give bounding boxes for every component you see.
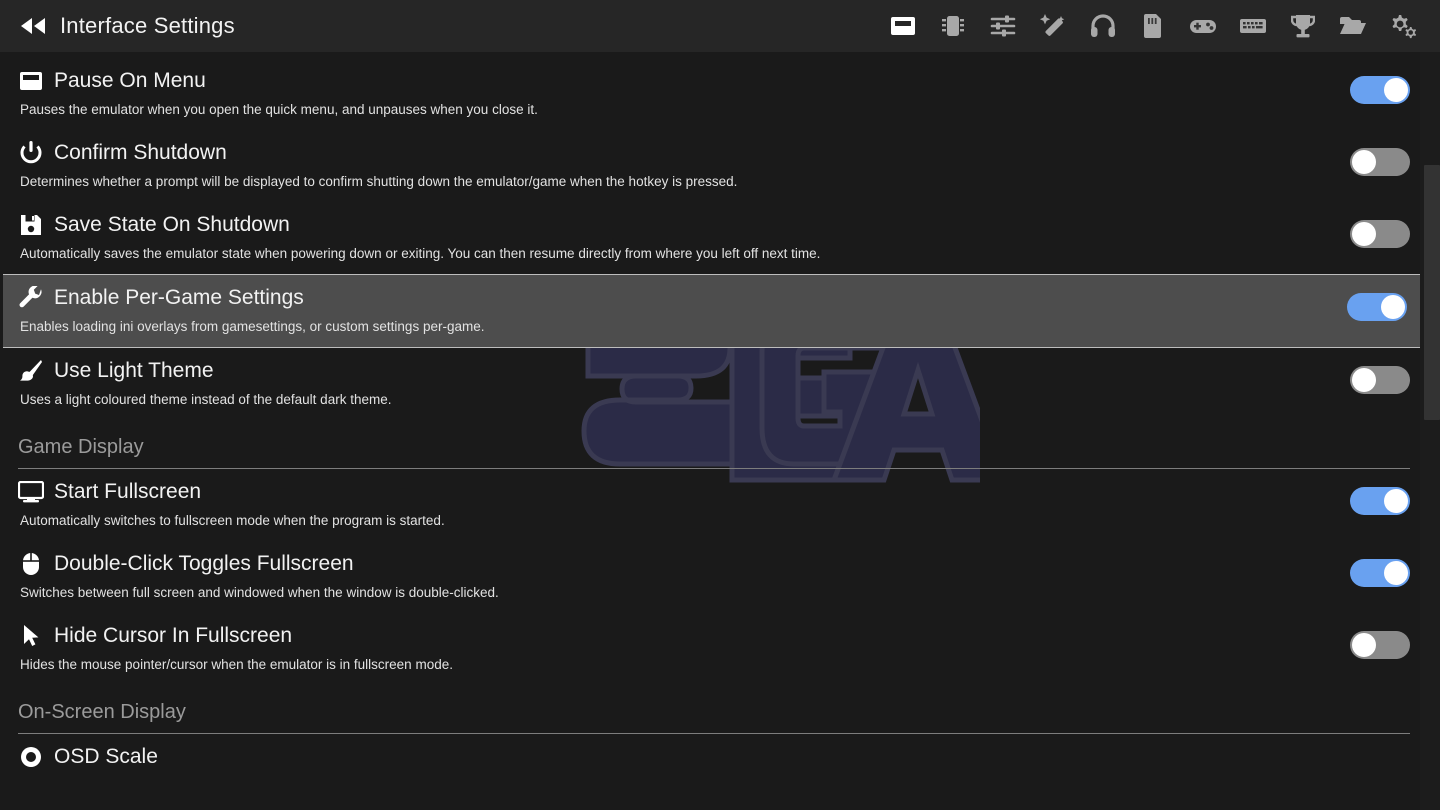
- interface-settings-window: R Interface Settings: [0, 0, 1440, 810]
- toggle-switch[interactable]: [1350, 631, 1410, 659]
- paintbrush-icon: [18, 358, 44, 384]
- advanced-settings-icon[interactable]: [1388, 11, 1418, 41]
- settings-row-header: Double-Click Toggles Fullscreen: [18, 551, 1334, 577]
- settings-row-description: Enables loading ini overlays from gamese…: [20, 319, 485, 334]
- toggle-switch[interactable]: [1347, 293, 1407, 321]
- page-title: Interface Settings: [60, 13, 235, 38]
- settings-scroll-area[interactable]: Pause On Menu Pauses the emulator when y…: [0, 52, 1440, 810]
- settings-row-header: OSD Scale: [18, 744, 1410, 770]
- section-title: Game Display: [18, 436, 144, 458]
- audio-settings-icon[interactable]: [1088, 11, 1118, 41]
- settings-list: Pause On Menu Pauses the emulator when y…: [0, 52, 1440, 803]
- settings-row-content: Confirm Shutdown Determines whether a pr…: [18, 140, 1334, 190]
- settings-row-description: Automatically saves the emulator state w…: [20, 246, 821, 261]
- cursor-icon: [18, 623, 44, 649]
- toggle-knob: [1352, 633, 1376, 657]
- settings-row[interactable]: Use Light Theme Uses a light coloured th…: [0, 348, 1440, 420]
- toggle-knob: [1352, 368, 1376, 392]
- toggle-knob: [1381, 295, 1405, 319]
- enhancements-settings-icon[interactable]: [1038, 11, 1068, 41]
- settings-row-description: Pauses the emulator when you open the qu…: [20, 102, 538, 117]
- settings-row-header: Start Fullscreen: [18, 479, 1334, 505]
- settings-row[interactable]: OSD Scale: [0, 734, 1440, 803]
- interface-settings-icon[interactable]: [888, 11, 918, 41]
- settings-row-content: Hide Cursor In Fullscreen Hides the mous…: [18, 623, 1334, 673]
- rewind-icon: [21, 18, 45, 34]
- toggle-knob: [1384, 489, 1408, 513]
- settings-row-header: Pause On Menu: [18, 68, 1334, 94]
- settings-category-toolbar: [888, 11, 1426, 41]
- settings-row-title: Use Light Theme: [54, 359, 214, 382]
- settings-row-content: Start Fullscreen Automatically switches …: [18, 479, 1334, 529]
- toggle-knob: [1352, 150, 1376, 174]
- scrollbar-thumb[interactable]: [1424, 165, 1440, 420]
- controller-settings-icon[interactable]: [1188, 11, 1218, 41]
- settings-row-header: Save State On Shutdown: [18, 212, 1334, 238]
- achievements-settings-icon[interactable]: [1288, 11, 1318, 41]
- vertical-scrollbar[interactable]: [1420, 52, 1440, 810]
- settings-row-title: Double-Click Toggles Fullscreen: [54, 552, 354, 575]
- settings-row[interactable]: Confirm Shutdown Determines whether a pr…: [0, 130, 1440, 202]
- settings-row-content: Save State On Shutdown Automatically sav…: [18, 212, 1334, 262]
- settings-row-content: Use Light Theme Uses a light coloured th…: [18, 358, 1334, 408]
- mouse-icon: [18, 551, 44, 577]
- toggle-switch[interactable]: [1350, 148, 1410, 176]
- power-icon: [18, 140, 44, 166]
- toggle-switch[interactable]: [1350, 220, 1410, 248]
- settings-row-title: Pause On Menu: [54, 69, 206, 92]
- save-disk-icon: [18, 212, 44, 238]
- toggle-switch[interactable]: [1350, 366, 1410, 394]
- settings-row-header: Confirm Shutdown: [18, 140, 1334, 166]
- settings-row-title: OSD Scale: [54, 745, 158, 768]
- toggle-knob: [1384, 561, 1408, 585]
- settings-row-title: Start Fullscreen: [54, 480, 202, 503]
- settings-row-description: Hides the mouse pointer/cursor when the …: [20, 657, 453, 672]
- settings-row[interactable]: Hide Cursor In Fullscreen Hides the mous…: [0, 613, 1440, 685]
- hotkey-settings-icon[interactable]: [1238, 11, 1268, 41]
- settings-row[interactable]: Double-Click Toggles Fullscreen Switches…: [0, 541, 1440, 613]
- folders-settings-icon[interactable]: [1338, 11, 1368, 41]
- settings-row-title: Confirm Shutdown: [54, 141, 227, 164]
- settings-row-header: Use Light Theme: [18, 358, 1334, 384]
- settings-row-title: Hide Cursor In Fullscreen: [54, 624, 293, 647]
- toggle-knob: [1352, 222, 1376, 246]
- wrench-icon: [18, 285, 44, 311]
- memory-card-settings-icon[interactable]: [1138, 11, 1168, 41]
- settings-row-selected[interactable]: Enable Per-Game Settings Enables loading…: [3, 274, 1437, 348]
- toggle-switch[interactable]: [1350, 559, 1410, 587]
- top-bar: Interface Settings: [0, 0, 1440, 52]
- osd-icon: [18, 744, 44, 770]
- monitor-icon: [18, 479, 44, 505]
- settings-row-content: Enable Per-Game Settings Enables loading…: [18, 285, 1331, 335]
- settings-row-header: Hide Cursor In Fullscreen: [18, 623, 1334, 649]
- settings-row-content: OSD Scale: [18, 744, 1410, 777]
- window-pause-icon: [18, 68, 44, 94]
- settings-row-title: Save State On Shutdown: [54, 213, 290, 236]
- settings-row-description: Automatically switches to fullscreen mod…: [20, 513, 445, 528]
- settings-row-content: Double-Click Toggles Fullscreen Switches…: [18, 551, 1334, 601]
- system-settings-icon[interactable]: [938, 11, 968, 41]
- toggle-knob: [1384, 78, 1408, 102]
- section-title: On-Screen Display: [18, 701, 186, 723]
- settings-row[interactable]: Pause On Menu Pauses the emulator when y…: [0, 58, 1440, 130]
- settings-row-description: Uses a light coloured theme instead of t…: [20, 392, 392, 407]
- general-settings-icon[interactable]: [988, 11, 1018, 41]
- settings-row-description: Determines whether a prompt will be disp…: [20, 174, 738, 189]
- toggle-switch[interactable]: [1350, 76, 1410, 104]
- toggle-switch[interactable]: [1350, 487, 1410, 515]
- settings-row[interactable]: Start Fullscreen Automatically switches …: [0, 469, 1440, 541]
- settings-section-header: On-Screen Display: [0, 685, 1440, 734]
- settings-row-description: Switches between full screen and windowe…: [20, 585, 499, 600]
- settings-row[interactable]: Save State On Shutdown Automatically sav…: [0, 202, 1440, 274]
- settings-row-title: Enable Per-Game Settings: [54, 286, 304, 309]
- back-button[interactable]: [16, 9, 50, 43]
- settings-row-content: Pause On Menu Pauses the emulator when y…: [18, 68, 1334, 118]
- settings-section-header: Game Display: [0, 420, 1440, 469]
- settings-row-header: Enable Per-Game Settings: [18, 285, 1331, 311]
